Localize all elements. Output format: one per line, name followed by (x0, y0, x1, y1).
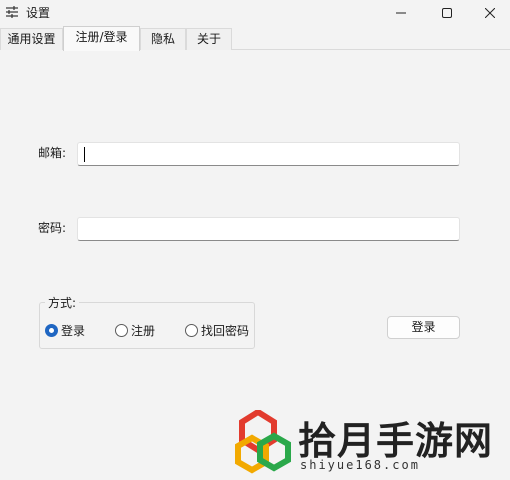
login-button[interactable]: 登录 (387, 316, 460, 339)
tab-register-login[interactable]: 注册/登录 (63, 26, 140, 51)
email-label: 邮箱: (38, 146, 67, 160)
minimize-button[interactable] (378, 0, 424, 26)
radio-unchecked-icon (115, 324, 128, 337)
email-field-frame (77, 142, 460, 166)
tab-privacy[interactable]: 隐私 (140, 28, 186, 50)
radio-recover-password[interactable]: 找回密码 (185, 322, 249, 339)
radio-register[interactable]: 注册 (115, 322, 155, 339)
close-icon (485, 8, 495, 18)
watermark: 拾月手游网 shiyue168.com (234, 402, 504, 478)
watermark-text: 拾月手游网 (298, 418, 494, 463)
maximize-button[interactable] (424, 0, 470, 26)
title-bar: 设置 (0, 0, 510, 26)
password-field-frame (77, 217, 460, 241)
password-label: 密码: (38, 221, 67, 235)
watermark-url: shiyue168.com (300, 458, 420, 472)
sliders-icon (6, 6, 18, 18)
radio-login[interactable]: 登录 (45, 322, 85, 339)
email-field[interactable] (78, 143, 459, 165)
maximize-icon (442, 8, 452, 18)
mode-legend: 方式: (45, 294, 80, 311)
radio-recover-label: 找回密码 (201, 324, 250, 338)
password-field[interactable] (78, 218, 459, 240)
window-title: 设置 (26, 6, 51, 20)
text-caret (84, 147, 85, 162)
close-button[interactable] (470, 0, 510, 26)
radio-login-label: 登录 (61, 324, 86, 338)
tab-strip: 通用设置 注册/登录 隐私 关于 (0, 26, 510, 51)
radio-register-label: 注册 (131, 324, 156, 338)
minimize-icon (396, 12, 406, 14)
radio-checked-icon (45, 324, 58, 337)
watermark-logo-icon (235, 410, 291, 474)
tab-about[interactable]: 关于 (186, 28, 232, 50)
radio-unchecked-icon (185, 324, 198, 337)
tab-general[interactable]: 通用设置 (0, 28, 63, 50)
